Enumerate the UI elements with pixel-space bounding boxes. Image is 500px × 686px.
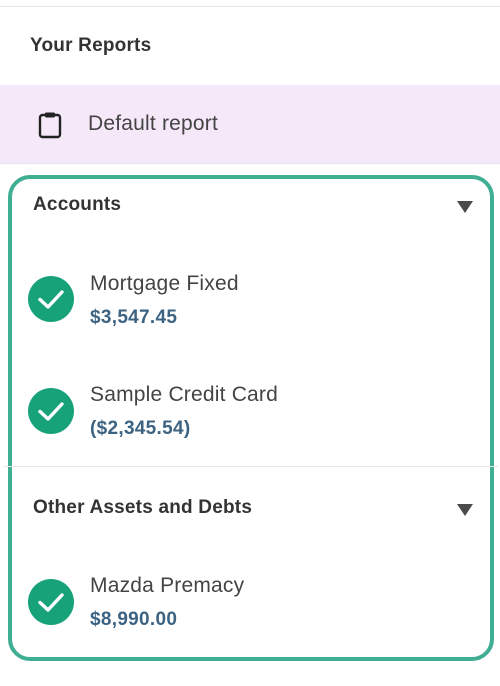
account-name: Sample Credit Card (90, 383, 279, 406)
account-name: Mortgage Fixed (90, 272, 239, 295)
account-balance: $8,990.00 (90, 609, 178, 630)
group-header-other-assets: Other Assets and Debts (33, 497, 253, 518)
checkmark-circle-icon[interactable] (28, 388, 74, 434)
collapse-accounts-triangle-icon[interactable] (457, 201, 473, 213)
checkmark-circle-icon[interactable] (28, 276, 74, 322)
collapse-other-assets-triangle-icon[interactable] (457, 504, 473, 516)
account-row-mortgage-fixed[interactable]: Mortgage Fixed $3,547.45 (12, 251, 490, 331)
group-divider (4, 466, 498, 467)
checkmark-circle-icon[interactable] (28, 579, 74, 625)
account-row-mazda-premacy[interactable]: Mazda Premacy $8,990.00 (12, 554, 490, 634)
default-report-label: Default report (88, 112, 219, 135)
reports-divider (0, 163, 500, 164)
account-row-sample-credit-card[interactable]: Sample Credit Card ($2,345.54) (12, 363, 490, 443)
default-report-item[interactable]: Default report (0, 85, 500, 163)
account-selection-panel: Accounts Mortgage Fixed $3,547.45 Sample… (4, 175, 498, 661)
reports-panel: Your Reports Default report Accounts Mor… (0, 0, 500, 686)
account-name: Mazda Premacy (90, 574, 245, 597)
clipboard-icon (37, 111, 63, 139)
your-reports-heading: Your Reports (30, 35, 152, 56)
top-divider (0, 6, 500, 7)
account-balance: $3,547.45 (90, 307, 178, 328)
account-balance: ($2,345.54) (90, 418, 191, 439)
group-header-accounts: Accounts (33, 194, 122, 215)
